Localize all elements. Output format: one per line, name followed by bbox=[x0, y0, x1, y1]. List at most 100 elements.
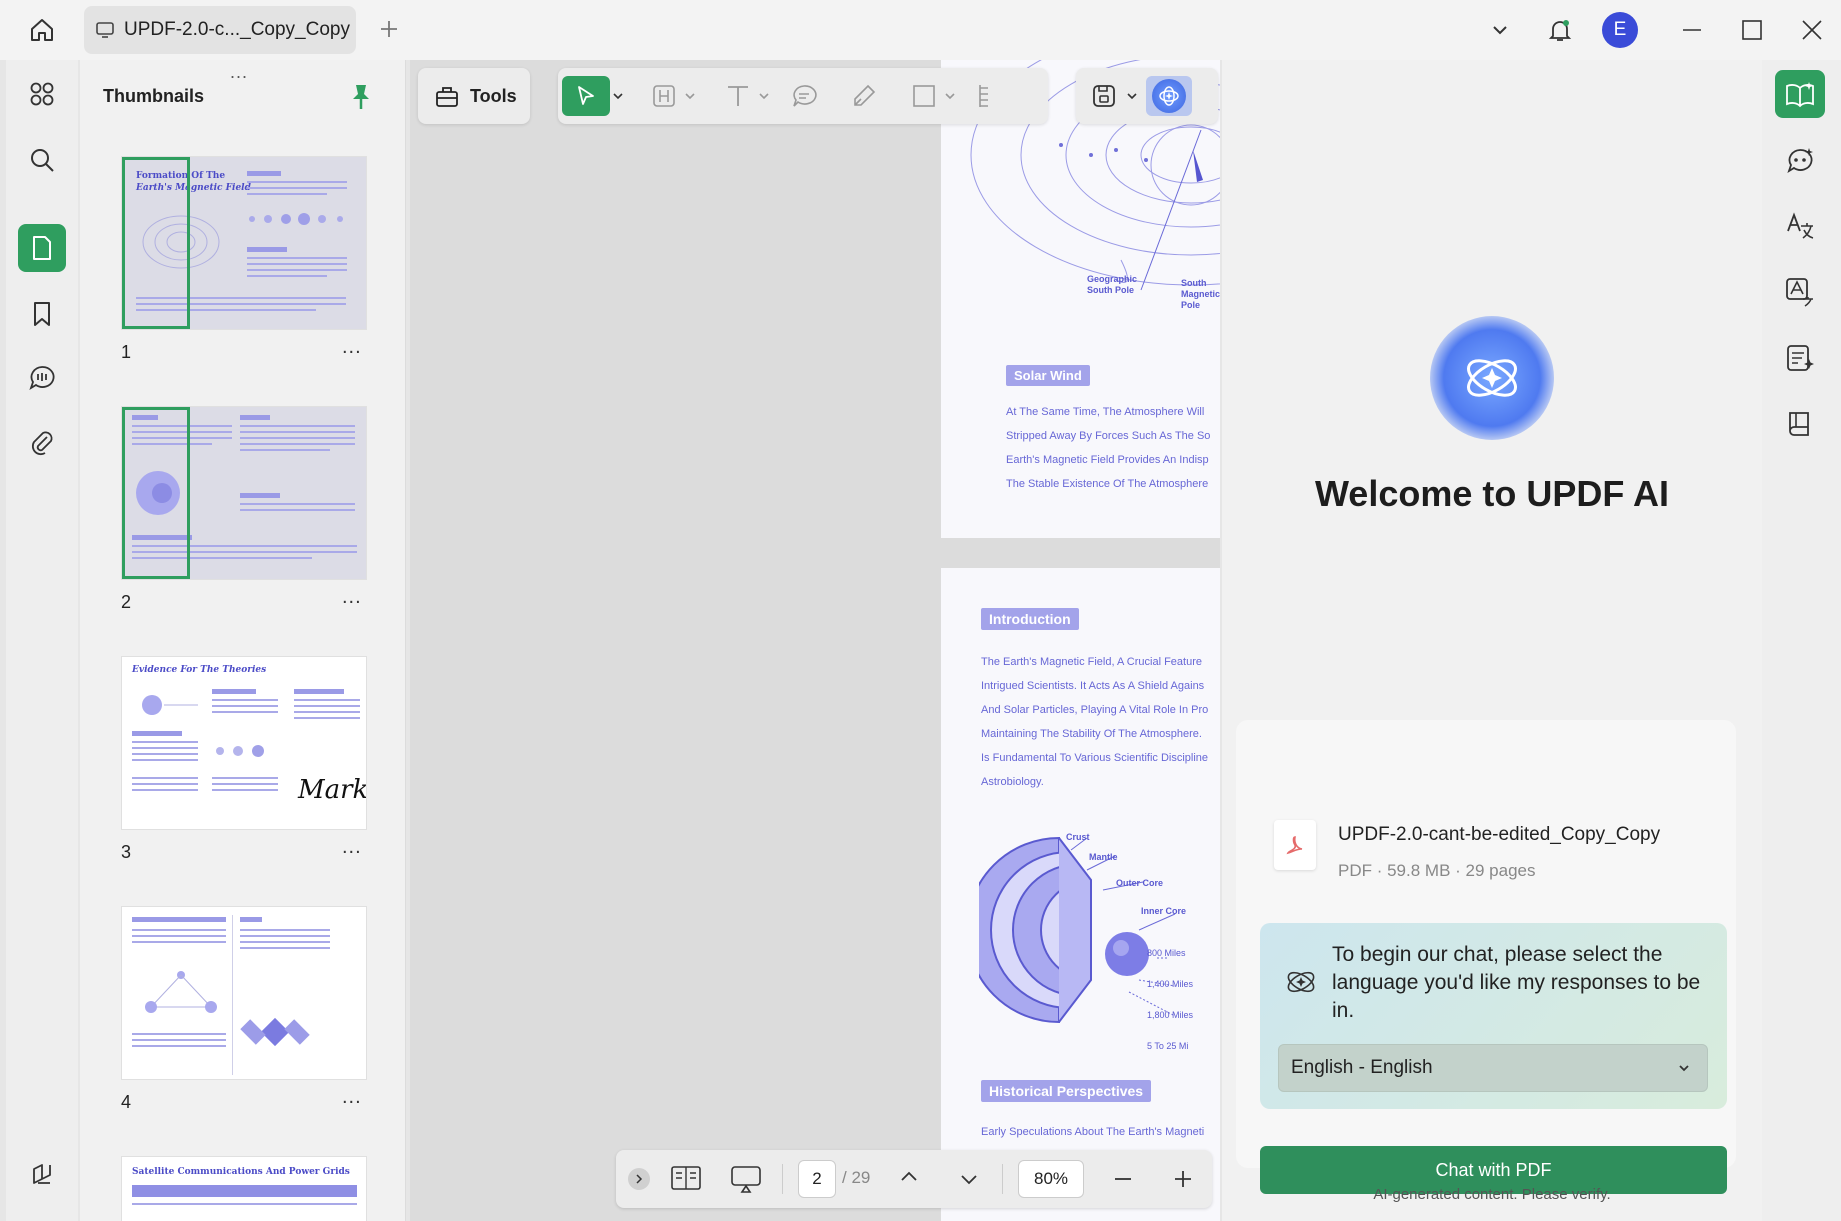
depth-800-label: 800 Miles bbox=[1147, 948, 1186, 958]
thumb-2-viewport-frame bbox=[122, 407, 190, 579]
annotation-toolbar bbox=[558, 68, 1048, 124]
thumb-3-number: 3 bbox=[121, 842, 132, 862]
bookmark-icon[interactable] bbox=[18, 290, 66, 338]
thumb-2-more-button[interactable]: ... bbox=[342, 586, 362, 609]
avatar-letter: E bbox=[1602, 12, 1638, 48]
save-chevron-icon[interactable] bbox=[1124, 76, 1140, 116]
panel-drag-handle[interactable]: ... bbox=[230, 62, 248, 83]
ai-assistant-icon bbox=[1287, 971, 1315, 993]
monitor-icon bbox=[96, 22, 114, 38]
thumb-3-signature: Mark bbox=[298, 775, 367, 805]
ai-chat-bot-icon[interactable] bbox=[1775, 136, 1825, 184]
solar-wind-line-1: At The Same Time, The Atmosphere Will bbox=[1006, 406, 1205, 418]
thumb-4-more-button[interactable]: ... bbox=[342, 1086, 362, 1109]
previous-page-chevron-up-icon[interactable] bbox=[898, 1166, 920, 1193]
shape-chevron-icon[interactable] bbox=[942, 76, 958, 116]
page-thumbnail-3[interactable]: Evidence For The Theories Mark bbox=[121, 656, 367, 830]
page-thumbnail-1[interactable]: Formation Of The Earth's Magnetic Field bbox=[121, 156, 367, 330]
ai-welcome-heading: Welcome to UPDF AI bbox=[1314, 473, 1670, 514]
intro-line-6: Astrobiology. bbox=[981, 776, 1044, 788]
language-prompt-text: To begin our chat, please select the lan… bbox=[1332, 943, 1701, 1022]
ai-read-book-icon[interactable] bbox=[1775, 70, 1825, 118]
tools-button[interactable]: Tools bbox=[418, 68, 530, 124]
thumbnails-title: Thumbnails bbox=[103, 86, 205, 106]
ai-knowledge-book-icon[interactable] bbox=[1775, 400, 1825, 448]
updf-ai-logo-icon bbox=[1430, 316, 1554, 440]
page-thumbnail-4[interactable] bbox=[121, 906, 367, 1080]
document-canvas[interactable]: Geographic South Pole South Magnetic Pol… bbox=[410, 60, 1220, 1221]
apps-grid-icon[interactable] bbox=[18, 70, 66, 118]
select-dropdown-chevron-icon[interactable] bbox=[610, 76, 626, 116]
page-layout-icon[interactable] bbox=[670, 1164, 702, 1197]
pdf-page-2: Introduction The Earth's Magnetic Field,… bbox=[941, 568, 1220, 1221]
ai-disclaimer: AI-generated content. Please verify. bbox=[1373, 1186, 1611, 1203]
left-tool-rail bbox=[6, 60, 78, 1221]
highlight-chevron-icon[interactable] bbox=[682, 76, 698, 116]
expand-chevron-right-icon[interactable] bbox=[628, 1168, 650, 1190]
thumb-3-diagram bbox=[142, 695, 198, 715]
intro-line-4: Maintaining The Stability Of The Atmosph… bbox=[981, 728, 1202, 740]
current-page-input[interactable]: 2 bbox=[798, 1160, 836, 1198]
language-select[interactable]: English - English bbox=[1278, 1044, 1708, 1092]
label-magnetic-1: South bbox=[1181, 278, 1207, 288]
total-pages: / 29 bbox=[842, 1168, 871, 1187]
close-icon[interactable] bbox=[1794, 10, 1830, 50]
pen-icon[interactable] bbox=[844, 76, 884, 116]
attachment-icon[interactable] bbox=[18, 418, 66, 466]
select-cursor-icon[interactable] bbox=[562, 76, 610, 116]
language-prompt-card: To begin our chat, please select the lan… bbox=[1260, 923, 1727, 1109]
thumb-1-number: 1 bbox=[121, 342, 132, 362]
home-icon[interactable] bbox=[22, 12, 62, 48]
notification-bell-icon[interactable] bbox=[1542, 10, 1578, 50]
language-chevron-down-icon bbox=[1679, 1065, 1689, 1072]
introduction-heading: Introduction bbox=[981, 608, 1079, 630]
page-thumbnail-5[interactable]: Satellite Communications And Power Grids bbox=[121, 1156, 367, 1221]
comments-icon[interactable] bbox=[18, 354, 66, 402]
text-chevron-icon[interactable] bbox=[756, 76, 772, 116]
zoom-out-minus-icon[interactable] bbox=[1112, 1168, 1134, 1195]
thumb-4-satellite-icon bbox=[240, 1017, 310, 1047]
label-magnetic-3: Pole bbox=[1181, 300, 1201, 310]
updf-ai-icon[interactable] bbox=[1146, 76, 1192, 116]
document-tab[interactable]: UPDF-2.0-c..._Copy_Copy bbox=[84, 6, 356, 54]
thumb-4-number: 4 bbox=[121, 1092, 132, 1112]
pin-icon[interactable] bbox=[348, 82, 374, 112]
depth-crust-label: 5 To 25 Mi bbox=[1147, 1041, 1189, 1051]
thumb-1-viewport-frame bbox=[122, 157, 190, 329]
zoom-level[interactable]: 80% bbox=[1018, 1160, 1084, 1198]
minimize-icon[interactable] bbox=[1674, 10, 1710, 50]
new-tab-plus-icon[interactable] bbox=[374, 14, 404, 44]
thumb-1-more-button[interactable]: ... bbox=[342, 336, 362, 359]
text-tool-icon[interactable] bbox=[718, 76, 758, 116]
highlight-icon[interactable] bbox=[646, 76, 682, 116]
language-select-value: English - English bbox=[1291, 1057, 1433, 1078]
maximize-icon[interactable] bbox=[1734, 10, 1770, 50]
layers-icon[interactable] bbox=[18, 1150, 66, 1198]
chevron-down-icon[interactable] bbox=[1482, 10, 1518, 50]
save-icon[interactable] bbox=[1086, 76, 1122, 116]
label-geographic-1: Geographic bbox=[1087, 274, 1138, 284]
save-ai-toolbar bbox=[1076, 68, 1218, 124]
translate-icon[interactable] bbox=[1775, 202, 1825, 250]
search-icon[interactable] bbox=[18, 136, 66, 184]
file-meta: PDF · 59.8 MB · 29 pages bbox=[1338, 861, 1536, 880]
comment-icon[interactable] bbox=[784, 76, 824, 116]
thumb-3-more-button[interactable]: ... bbox=[342, 836, 362, 859]
pdf-page-1: Geographic South Pole South Magnetic Pol… bbox=[941, 60, 1220, 538]
intro-line-1: The Earth's Magnetic Field, A Crucial Fe… bbox=[981, 656, 1202, 668]
presentation-icon[interactable] bbox=[730, 1164, 762, 1199]
thumb-3-dots bbox=[216, 745, 264, 757]
ai-summarize-icon[interactable] bbox=[1775, 334, 1825, 382]
thumb-3-title: Evidence For The Theories bbox=[132, 665, 267, 675]
zoom-in-plus-icon[interactable] bbox=[1172, 1168, 1194, 1195]
measure-icon[interactable] bbox=[974, 76, 998, 116]
page-navigation-bar: 2 / 29 80% bbox=[616, 1150, 1212, 1208]
layer-crust-label: Crust bbox=[1066, 832, 1090, 842]
thumbnails-page-icon[interactable] bbox=[18, 224, 66, 272]
page-thumbnail-2[interactable] bbox=[121, 406, 367, 580]
next-page-chevron-down-icon[interactable] bbox=[958, 1168, 980, 1195]
label-magnetic-2: Magnetic bbox=[1181, 289, 1220, 299]
user-avatar[interactable]: E bbox=[1602, 10, 1638, 50]
shape-rectangle-icon[interactable] bbox=[904, 76, 944, 116]
ai-translate-document-icon[interactable] bbox=[1775, 268, 1825, 316]
